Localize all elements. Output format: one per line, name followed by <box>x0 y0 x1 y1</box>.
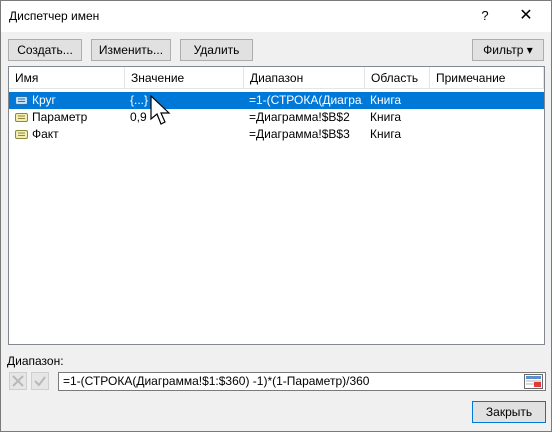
column-header-scope[interactable]: Область <box>365 67 430 89</box>
row-range: =1-(СТРОКА(Диагра... <box>249 93 363 107</box>
title-bar: Диспетчер имен ? ✕ <box>1 1 551 32</box>
row-value: 0,9 <box>130 110 147 124</box>
name-manager-dialog: Диспетчер имен ? ✕ Создать... Изменить..… <box>0 0 552 432</box>
range-picker-button[interactable] <box>524 374 543 389</box>
row-range: =Диаграмма!$B$2 <box>249 110 350 124</box>
collapse-dialog-icon <box>524 374 543 389</box>
row-range: =Диаграмма!$B$3 <box>249 127 350 141</box>
table-row-krug[interactable]: Круг {...} =1-(СТРОКА(Диагра... Книга <box>9 92 544 109</box>
row-note <box>435 109 543 126</box>
row-scope: Книга <box>370 127 402 141</box>
range-formula-field[interactable]: =1-(СТРОКА(Диаграмма!$1:$360) -1)*(1-Пар… <box>58 372 546 391</box>
row-value <box>130 126 242 143</box>
filter-button-label: Фильтр ▾ <box>483 43 533 57</box>
table-row-parametr[interactable]: Параметр 0,9 =Диаграмма!$B$2 Книга <box>9 109 544 126</box>
close-window-button[interactable]: ✕ <box>506 4 546 28</box>
close-button[interactable]: Закрыть <box>472 401 546 423</box>
column-header-range[interactable]: Диапазон <box>244 67 365 89</box>
column-header-note[interactable]: Примечание <box>430 67 544 89</box>
checkmark-icon <box>34 376 46 387</box>
cancel-x-icon <box>12 375 24 387</box>
filter-button[interactable]: Фильтр ▾ <box>472 39 544 61</box>
delete-button[interactable]: Удалить <box>180 39 253 61</box>
row-note <box>435 92 543 109</box>
delete-button-label: Удалить <box>193 43 240 57</box>
range-label: Диапазон: <box>7 354 64 368</box>
close-button-label: Закрыть <box>485 405 533 419</box>
row-note <box>435 126 543 143</box>
column-header-value[interactable]: Значение <box>125 67 244 89</box>
cancel-edit-button[interactable] <box>9 372 27 390</box>
help-button[interactable]: ? <box>473 5 497 27</box>
defined-name-icon <box>15 113 28 122</box>
list-header: Имя Значение Диапазон Область Примечание <box>9 67 544 89</box>
row-value: {...} <box>130 93 149 107</box>
row-name: Факт <box>32 127 59 141</box>
window-title: Диспетчер имен <box>9 9 100 23</box>
row-scope: Книга <box>370 93 402 107</box>
create-button[interactable]: Создать... <box>8 39 82 61</box>
row-name: Параметр <box>32 110 88 124</box>
create-button-label: Создать... <box>17 43 73 57</box>
confirm-edit-button[interactable] <box>31 372 49 390</box>
row-name: Круг <box>32 93 56 107</box>
row-scope: Книга <box>370 110 402 124</box>
mouse-cursor-icon <box>150 95 171 125</box>
defined-name-icon <box>15 96 28 105</box>
names-list[interactable]: Имя Значение Диапазон Область Примечание… <box>8 66 545 345</box>
defined-name-icon <box>15 130 28 139</box>
table-row-fakt[interactable]: Факт =Диаграмма!$B$3 Книга <box>9 126 544 143</box>
edit-button-label: Изменить... <box>98 43 164 57</box>
edit-button[interactable]: Изменить... <box>91 39 171 61</box>
column-header-name[interactable]: Имя <box>9 67 125 89</box>
